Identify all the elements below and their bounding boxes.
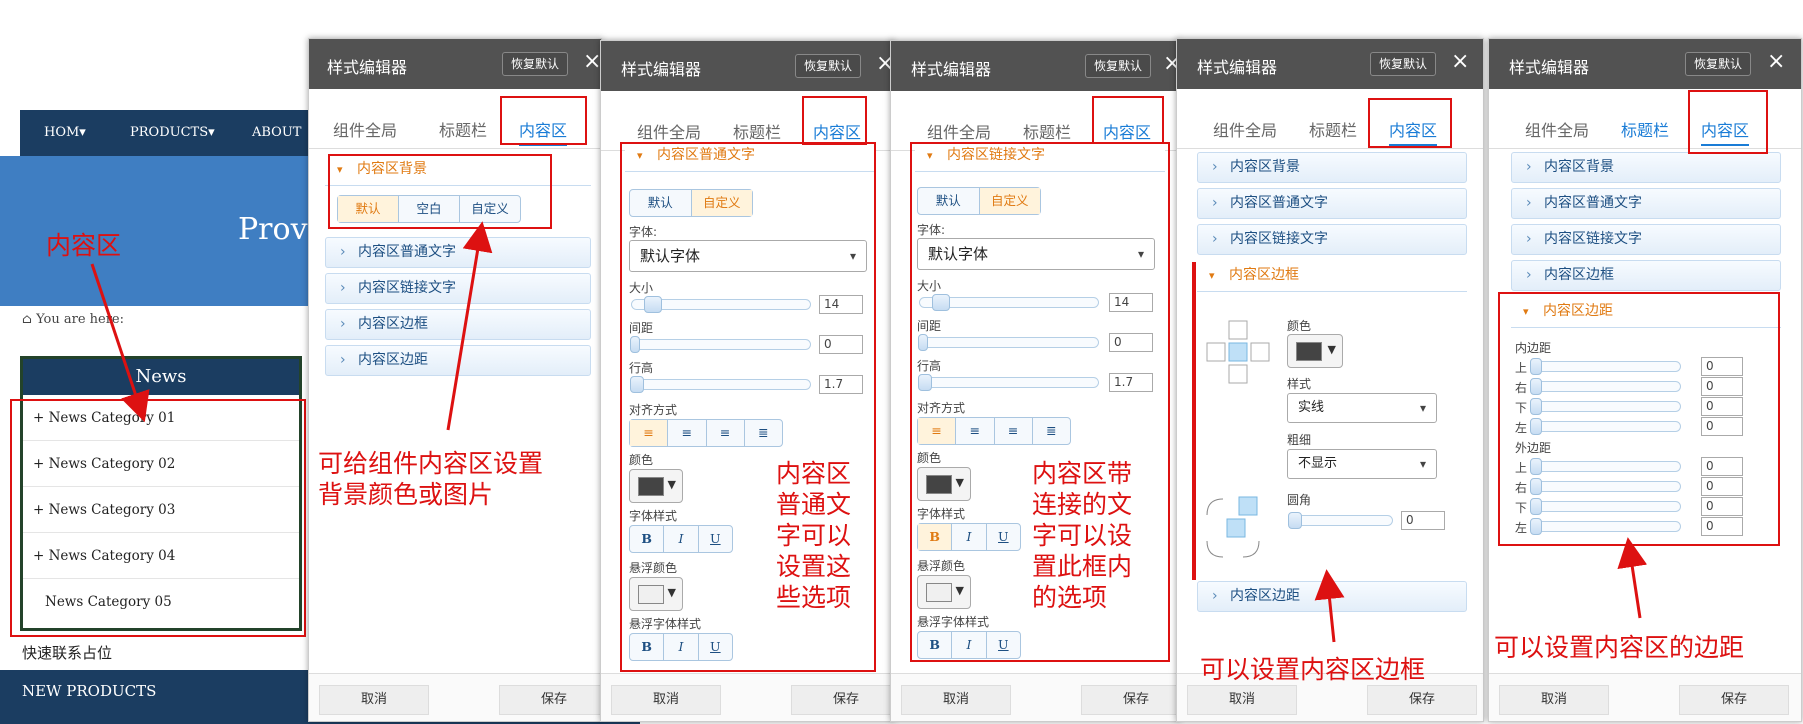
arrow-border: [1314, 569, 1345, 643]
annotation-arrows: [90, 221, 1648, 643]
arrow-content-area: [90, 263, 150, 423]
arrow-margin: [1617, 537, 1648, 619]
arrow-bg: [446, 221, 493, 431]
